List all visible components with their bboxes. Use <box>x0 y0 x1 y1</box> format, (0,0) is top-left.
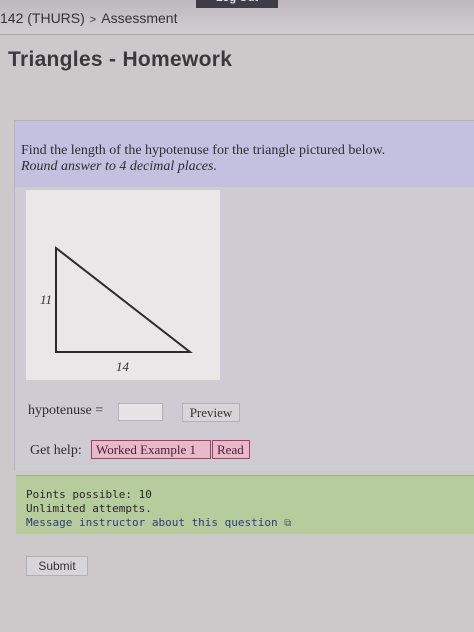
message-instructor-label[interactable]: Message instructor about this question <box>26 516 278 529</box>
worked-example-button[interactable]: Worked Example 1 <box>91 440 211 459</box>
logout-button[interactable]: Log Out <box>196 0 278 8</box>
side-label-horizontal: 14 <box>116 359 130 374</box>
triangle-figure: 11 14 <box>26 190 220 380</box>
triangle-diagram: 11 14 <box>40 245 193 374</box>
question-header: Find the length of the hypotenuse for th… <box>15 121 474 187</box>
hypotenuse-input[interactable] <box>118 403 163 421</box>
question-info-panel: Points possible: 10 Unlimited attempts. … <box>16 475 474 534</box>
preview-button[interactable]: Preview <box>182 403 240 422</box>
attempts-info: Unlimited attempts. <box>26 502 152 515</box>
external-link-icon: ⧉ <box>284 518 292 529</box>
question-text: Find the length of the hypotenuse for th… <box>21 143 385 175</box>
page-title: Triangles - Homework <box>8 48 233 71</box>
question-prompt: Find the length of the hypotenuse for th… <box>21 143 386 158</box>
side-label-vertical: 11 <box>40 292 52 307</box>
breadcrumb-course[interactable]: 142 (THURS) <box>0 10 85 26</box>
answer-label: hypotenuse = <box>28 403 104 418</box>
submit-button[interactable]: Submit <box>26 556 88 576</box>
breadcrumb-assessment: Assessment <box>101 10 178 26</box>
top-bar: Log Out 142 (THURS) > Assessment <box>0 0 474 35</box>
right-triangle <box>55 245 193 353</box>
question-instruction: Round answer to 4 decimal places. <box>21 159 217 174</box>
read-button[interactable]: Read <box>212 440 250 459</box>
points-possible: Points possible: 10 <box>26 488 152 501</box>
breadcrumb-separator: > <box>89 14 97 26</box>
message-instructor-link[interactable]: Message instructor about this question ⧉ <box>26 516 291 529</box>
breadcrumb: 142 (THURS) > Assessment <box>0 10 177 26</box>
get-help-label: Get help: <box>30 443 82 458</box>
